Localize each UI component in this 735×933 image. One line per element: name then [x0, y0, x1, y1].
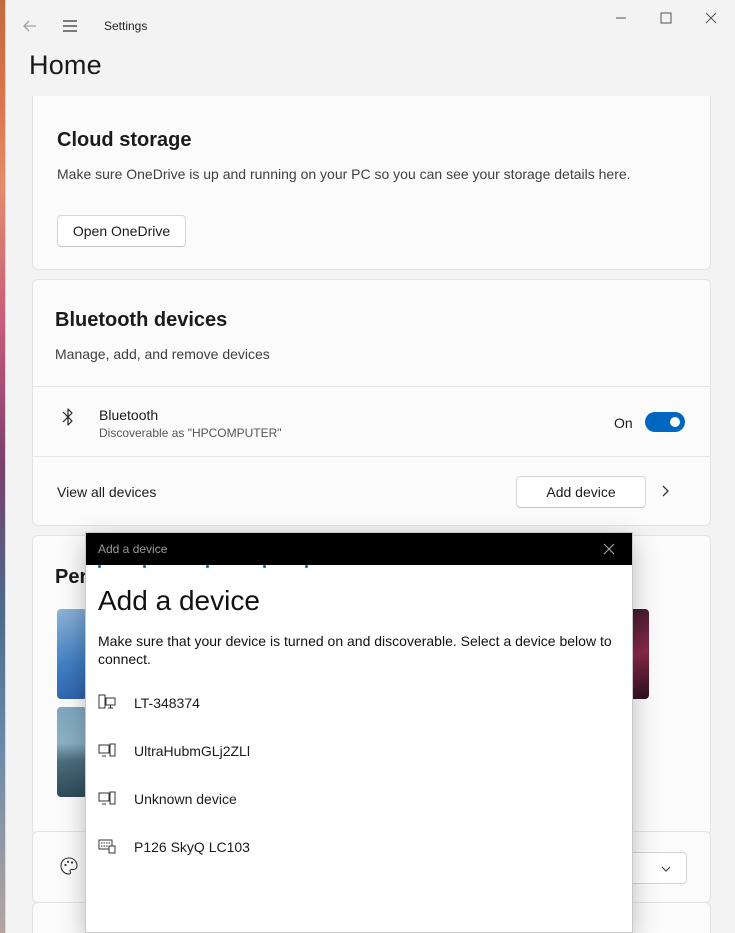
device-name: LT-348374 — [134, 695, 200, 711]
open-onedrive-button[interactable]: Open OneDrive — [57, 215, 186, 247]
progress-dot — [305, 565, 308, 568]
computer-icon — [98, 694, 116, 709]
device-name: P126 SkyQ LC103 — [134, 839, 250, 855]
progress-dot — [98, 565, 101, 568]
toggle-knob — [670, 417, 680, 427]
device-list-item[interactable]: UltraHubmGLj2ZLl — [86, 730, 632, 770]
chevron-right-icon[interactable] — [659, 484, 671, 498]
palette-icon — [60, 857, 78, 875]
minimize-icon[interactable] — [606, 8, 636, 28]
close-window-icon[interactable] — [696, 8, 726, 28]
device-list-item[interactable]: P126 SkyQ LC103 — [86, 826, 632, 866]
bluetooth-label: Bluetooth — [99, 407, 159, 423]
bluetooth-devices-title: Bluetooth devices — [55, 309, 228, 331]
cloud-storage-card: Cloud storage Make sure OneDrive is up a… — [32, 96, 711, 270]
page-title: Home — [29, 50, 102, 80]
bluetooth-toggle[interactable] — [645, 412, 685, 432]
device-icon — [98, 791, 116, 805]
progress-dot — [263, 565, 266, 568]
bluetooth-devices-card: Bluetooth devices Manage, add, and remov… — [32, 279, 711, 526]
progress-dot — [143, 565, 146, 568]
device-icon — [98, 743, 116, 757]
device-list-item[interactable]: LT-348374 — [86, 682, 632, 722]
cloud-storage-description: Make sure OneDrive is up and running on … — [57, 166, 631, 182]
add-device-button[interactable]: Add device — [516, 476, 646, 508]
app-title: Settings — [104, 19, 148, 33]
device-name: UltraHubmGLj2ZLl — [134, 743, 250, 759]
view-all-devices-link[interactable]: View all devices — [57, 484, 156, 500]
hamburger-menu-icon[interactable] — [60, 16, 80, 36]
keyboard-device-icon — [98, 839, 116, 854]
maximize-icon[interactable] — [651, 8, 681, 28]
wallpaper-thumbnail[interactable] — [57, 707, 87, 797]
add-device-dialog: Add a device Add a device Make sure that… — [85, 532, 633, 933]
device-name: Unknown device — [134, 791, 237, 807]
chevron-down-icon — [661, 866, 671, 872]
title-bar: Settings — [6, 0, 735, 48]
dialog-instructions: Make sure that your device is turned on … — [98, 633, 612, 667]
bluetooth-devices-description: Manage, add, and remove devices — [55, 346, 270, 362]
divider — [33, 456, 710, 457]
bluetooth-discoverable-text: Discoverable as "HPCOMPUTER" — [99, 426, 282, 440]
bluetooth-icon — [62, 408, 73, 426]
searching-progress-dots — [86, 565, 632, 569]
wallpaper-thumbnail[interactable] — [57, 609, 87, 699]
back-arrow-icon[interactable] — [20, 16, 40, 36]
personalization-title: Per — [55, 566, 88, 588]
divider — [33, 386, 710, 387]
dialog-caption: Add a device — [98, 542, 168, 556]
bluetooth-state-label: On — [614, 415, 633, 431]
dialog-heading: Add a device — [98, 585, 260, 616]
progress-dot — [206, 565, 209, 568]
settings-window: Settings Home Cloud storage Make sure On… — [5, 0, 735, 933]
dialog-title-bar: Add a device — [86, 533, 632, 565]
device-list-item[interactable]: Unknown device — [86, 778, 632, 818]
cloud-storage-title: Cloud storage — [57, 129, 192, 151]
close-icon[interactable] — [602, 542, 616, 556]
